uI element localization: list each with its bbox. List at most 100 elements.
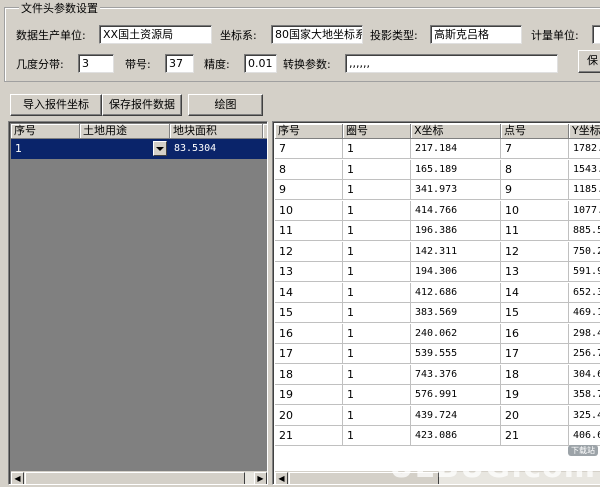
cell-x[interactable]: 341.973 <box>411 180 501 200</box>
cell-ring[interactable]: 1 <box>343 323 411 344</box>
cell-area[interactable]: 83.5304 <box>170 139 263 159</box>
table-row[interactable]: 81165.18981543.4 <box>275 159 600 181</box>
cell-ring[interactable]: 1 <box>343 364 411 385</box>
col-header-y[interactable]: Y坐标 <box>569 124 600 139</box>
table-row[interactable]: 131194.30613591.97 <box>275 262 600 283</box>
cell-ring[interactable]: 1 <box>343 262 411 282</box>
cell-ring[interactable]: 1 <box>343 385 411 405</box>
col-header-ring[interactable]: 圈号 <box>343 124 411 139</box>
cell-y[interactable]: 750.20 <box>569 241 600 262</box>
col-header-seq[interactable]: 序号 <box>11 124 80 139</box>
cell-y[interactable]: 1543.4 <box>569 159 600 180</box>
cell-x[interactable]: 743.376 <box>411 364 501 385</box>
cell-x[interactable]: 539.555 <box>411 344 501 364</box>
cell-y[interactable]: 325.46 <box>569 405 600 426</box>
cell-seq[interactable]: 19 <box>275 385 343 405</box>
cell-y[interactable]: 358.78 <box>569 385 600 405</box>
land-use-dropdown[interactable] <box>80 139 170 159</box>
band-number-field[interactable]: 37 <box>165 54 194 73</box>
table-row[interactable]: 211423.08621406.66 <box>275 426 600 447</box>
cell-x[interactable]: 412.686 <box>411 282 501 303</box>
table-row[interactable]: 91341.97391185.3 <box>275 180 600 201</box>
zone-width-field[interactable]: 3 <box>78 54 114 73</box>
cell-ring[interactable]: 1 <box>343 282 411 303</box>
scroll-left-icon[interactable]: ◀ <box>11 472 24 484</box>
col-header-x[interactable]: X坐标 <box>411 124 501 139</box>
cell-x[interactable]: 217.184 <box>411 139 501 159</box>
col-header-extra[interactable] <box>263 124 267 139</box>
cell-y[interactable]: 304.64 <box>569 364 600 385</box>
cell-ring[interactable]: 1 <box>343 241 411 262</box>
parcel-grid[interactable]: 序号 土地用途 地块面积 1 83.5304 ◀ ▶ <box>8 121 268 485</box>
cell-seq[interactable]: 7 <box>275 139 343 159</box>
cell-x[interactable]: 576.991 <box>411 385 501 405</box>
col-header-land-use[interactable]: 土地用途 <box>80 124 170 139</box>
cell-seq[interactable]: 14 <box>275 282 343 303</box>
cell-x[interactable]: 240.062 <box>411 323 501 344</box>
cell-ring[interactable]: 1 <box>343 303 411 323</box>
table-row[interactable]: 161240.06216298.40 <box>275 323 600 345</box>
cell-seq[interactable]: 8 <box>275 159 343 180</box>
table-row[interactable]: 191576.99119358.78 <box>275 385 600 406</box>
table-row[interactable]: 181743.37618304.64 <box>275 364 600 386</box>
table-row[interactable]: 111196.38611885.54 <box>275 221 600 242</box>
table-row[interactable]: 151383.56915469.13 <box>275 303 600 324</box>
cell-point[interactable]: 20 <box>501 405 569 426</box>
scroll-right-icon[interactable]: ▶ <box>254 472 267 484</box>
cell-y[interactable]: 298.40 <box>569 323 600 344</box>
cell-point[interactable]: 17 <box>501 344 569 364</box>
cell-y[interactable]: 1185.3 <box>569 180 600 200</box>
cell-point[interactable]: 16 <box>501 323 569 344</box>
cell-ring[interactable]: 1 <box>343 426 411 446</box>
left-hscrollbar[interactable]: ◀ ▶ <box>11 471 267 484</box>
col-header-point[interactable]: 点号 <box>501 124 569 139</box>
cell-seq[interactable]: 11 <box>275 221 343 241</box>
scroll-left-icon[interactable]: ◀ <box>275 472 288 484</box>
cell-y[interactable]: 406.66 <box>569 426 600 446</box>
save-params-button[interactable]: 保 <box>578 50 600 73</box>
transform-params-field[interactable]: ,,,,,, <box>345 54 558 73</box>
cell-x[interactable]: 414.766 <box>411 200 501 221</box>
table-row[interactable]: 141412.68614652.35 <box>275 282 600 304</box>
cell-x[interactable]: 439.724 <box>411 405 501 426</box>
projection-type-field[interactable]: 高斯克吕格 <box>430 25 522 44</box>
cell-point[interactable]: 21 <box>501 426 569 446</box>
cell-seq[interactable]: 20 <box>275 405 343 426</box>
cell-x[interactable]: 383.569 <box>411 303 501 323</box>
cell-ring[interactable]: 1 <box>343 405 411 426</box>
cell-seq[interactable]: 1 <box>11 139 80 159</box>
cell-point[interactable]: 7 <box>501 139 569 159</box>
cell-ring[interactable]: 1 <box>343 139 411 159</box>
cell-seq[interactable]: 15 <box>275 303 343 323</box>
import-coords-button[interactable]: 导入报件坐标 <box>10 94 102 116</box>
cell-point[interactable]: 18 <box>501 364 569 385</box>
left-scroll-thumb[interactable] <box>25 472 245 484</box>
cell-seq[interactable]: 17 <box>275 344 343 364</box>
cell-x[interactable]: 423.086 <box>411 426 501 446</box>
cell-ring[interactable]: 1 <box>343 344 411 364</box>
cell-point[interactable]: 14 <box>501 282 569 303</box>
cell-x[interactable]: 165.189 <box>411 159 501 180</box>
cell-y[interactable]: 591.97 <box>569 262 600 282</box>
coordinates-grid[interactable]: 序号 圈号 X坐标 点号 Y坐标 71217.18471782.981165.1… <box>272 121 600 485</box>
table-row[interactable]: 201439.72420325.46 <box>275 405 600 427</box>
producer-field[interactable]: XX国土资源局 <box>99 25 212 44</box>
cell-seq[interactable]: 10 <box>275 200 343 221</box>
cell-seq[interactable]: 13 <box>275 262 343 282</box>
cell-x[interactable]: 196.386 <box>411 221 501 241</box>
cell-ring[interactable]: 1 <box>343 200 411 221</box>
table-row[interactable]: 101414.766101077.0 <box>275 200 600 222</box>
cell-point[interactable]: 9 <box>501 180 569 200</box>
cell-seq[interactable]: 18 <box>275 364 343 385</box>
cell-point[interactable]: 19 <box>501 385 569 405</box>
table-row[interactable]: 171539.55517256.76 <box>275 344 600 365</box>
cell-y[interactable]: 469.13 <box>569 303 600 323</box>
cell-point[interactable]: 8 <box>501 159 569 180</box>
cell-y[interactable]: 1077.0 <box>569 200 600 221</box>
cell-seq[interactable]: 12 <box>275 241 343 262</box>
cell-seq[interactable]: 21 <box>275 426 343 446</box>
cell-x[interactable]: 142.311 <box>411 241 501 262</box>
col-header-seq[interactable]: 序号 <box>275 124 343 139</box>
coord-system-field[interactable]: 80国家大地坐标系 <box>271 25 363 44</box>
cell-extra[interactable] <box>263 139 267 159</box>
